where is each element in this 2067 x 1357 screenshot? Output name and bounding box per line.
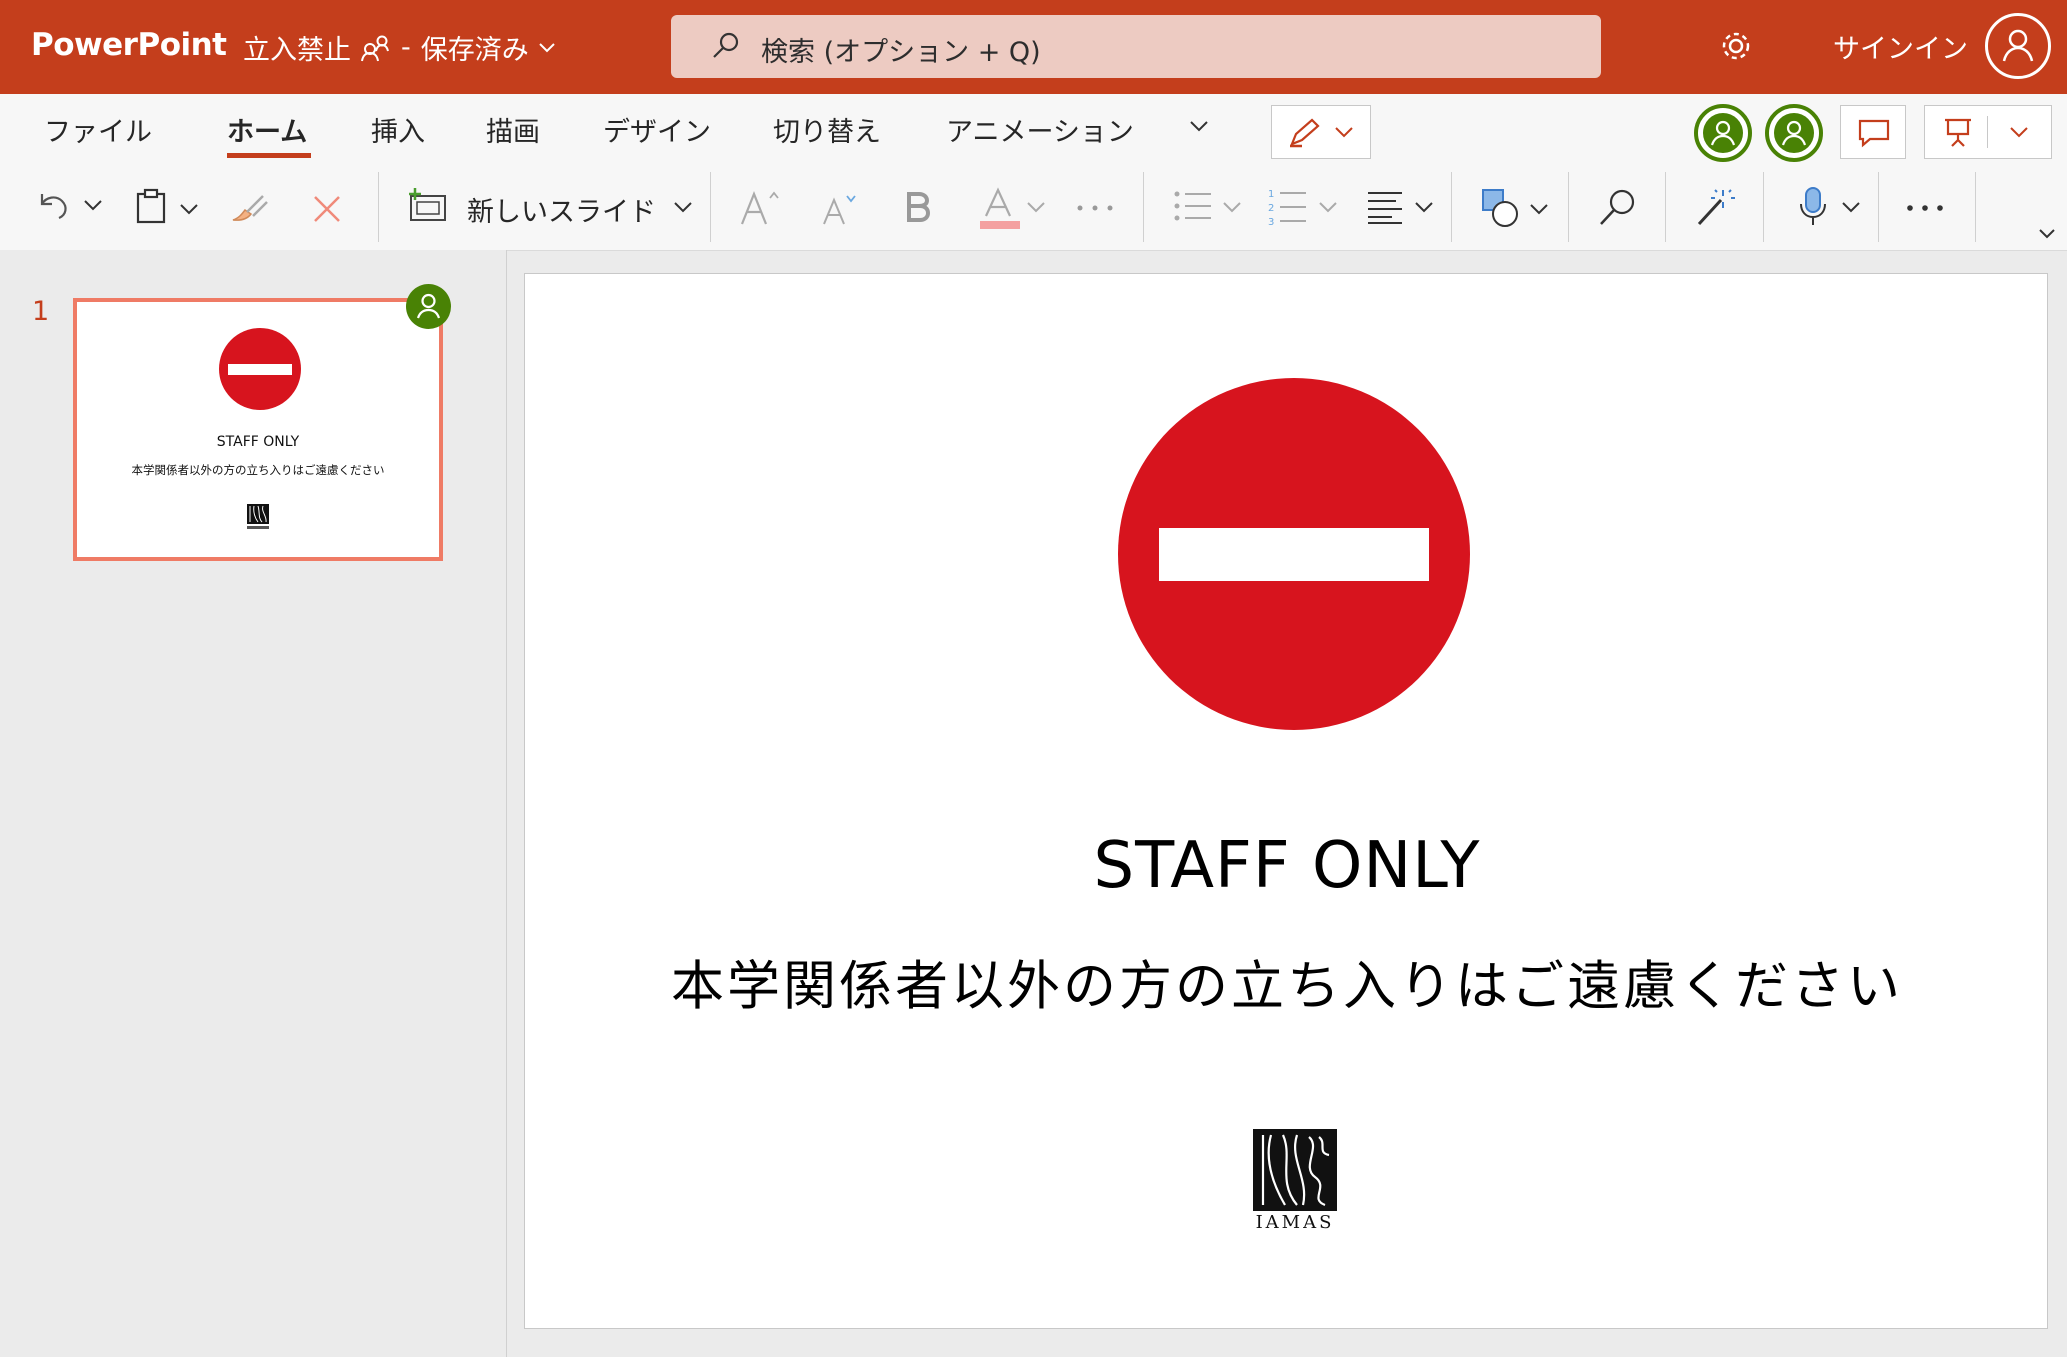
separator [710,172,711,242]
slide-canvas[interactable]: STAFF ONLY 本学関係者以外の方の立ち入りはご遠慮ください IAMAS [524,273,2048,1329]
title-bar: PowerPoint 立入禁止 - 保存済み 検索 (オプション + Q) サイ… [0,0,2067,94]
new-slide-icon[interactable] [407,188,447,224]
search-box[interactable]: 検索 (オプション + Q) [671,15,1601,78]
numbering-dropdown-chevron-icon[interactable] [1318,201,1338,213]
separator [1975,172,1976,242]
undo-icon[interactable] [36,190,70,220]
logo-text: IAMAS [1255,1212,1335,1233]
signin-button[interactable]: サインイン [1833,27,1968,66]
collaborator-badge [406,284,451,329]
no-entry-sign-icon[interactable] [1118,378,1470,730]
app-name[interactable]: PowerPoint [31,27,227,63]
find-icon[interactable] [1598,188,1638,228]
shared-icon [361,35,391,61]
tab-transitions[interactable]: 切り替え [773,110,881,149]
separator [1451,172,1452,242]
svg-text:2: 2 [1268,203,1274,214]
document-name[interactable]: 立入禁止 [243,28,351,67]
separator [1665,172,1666,242]
present-button[interactable] [1924,105,2052,159]
font-shrink-icon[interactable] [822,190,858,226]
font-color-icon[interactable] [980,186,1020,230]
dictate-dropdown-chevron-icon[interactable] [1841,201,1861,213]
collaborator-avatar[interactable] [1694,104,1752,162]
tab-animations[interactable]: アニメーション [946,110,1134,149]
document-title[interactable]: 立入禁止 - 保存済み [243,28,555,67]
separator [1143,172,1144,242]
no-entry-sign-thumb-icon [219,328,301,410]
paste-icon[interactable] [136,188,166,224]
align-dropdown-chevron-icon[interactable] [1414,201,1434,213]
bullets-dropdown-chevron-icon[interactable] [1222,201,1242,213]
separator [378,172,379,242]
slide-thumbnail[interactable]: STAFF ONLY 本学関係者以外の方の立ち入りはご遠慮ください [73,298,443,561]
search-input[interactable]: 検索 (オプション + Q) [761,30,1041,69]
undo-dropdown-chevron-icon[interactable] [83,199,103,211]
chevron-down-icon[interactable] [539,42,555,53]
new-slide-dropdown-chevron-icon[interactable] [673,201,693,213]
save-status[interactable]: 保存済み [421,28,529,67]
numbering-icon[interactable]: 1 2 3 [1268,186,1308,228]
designer-icon[interactable] [1695,186,1735,228]
separator [1878,172,1879,242]
tab-design[interactable]: デザイン [603,110,711,149]
iamas-logo-thumb-icon [247,504,269,529]
font-grow-icon[interactable] [740,188,782,226]
search-icon [711,31,741,61]
bullets-icon[interactable] [1173,190,1213,222]
svg-text:1: 1 [1268,189,1274,200]
slide-title[interactable]: STAFF ONLY [525,829,2049,903]
slide-number: 1 [32,296,50,327]
dictate-icon[interactable] [1798,186,1828,228]
iamas-logo-icon[interactable] [1253,1129,1337,1211]
gear-icon[interactable] [1718,28,1754,64]
avatar-icon[interactable] [1985,13,2051,79]
more-font-options-icon[interactable] [1077,205,1113,211]
slide-subtitle[interactable]: 本学関係者以外の方の立ち入りはご遠慮ください [525,944,2049,1020]
paste-dropdown-chevron-icon[interactable] [179,203,199,215]
font-color-dropdown-chevron-icon[interactable] [1026,201,1046,213]
pen-button[interactable] [1271,105,1371,159]
thumb-subtitle: 本学関係者以外の方の立ち入りはご遠慮ください [131,463,385,477]
tab-file[interactable]: ファイル [44,110,152,149]
title-separator: - [401,32,411,63]
delete-icon[interactable] [312,194,342,224]
separator [1568,172,1569,242]
tab-insert[interactable]: 挿入 [371,110,425,149]
tab-draw[interactable]: 描画 [486,110,540,149]
ribbon-expand-chevron-icon[interactable] [2038,228,2056,239]
format-painter-icon[interactable] [229,190,269,224]
active-tab-indicator [227,153,311,158]
thumb-title: STAFF ONLY [216,434,300,450]
comment-button[interactable] [1840,105,1906,159]
align-icon[interactable] [1366,190,1406,224]
svg-text:3: 3 [1268,217,1274,228]
tabs-overflow-chevron-icon[interactable] [1189,120,1209,132]
separator [1763,172,1764,242]
collaborator-avatar[interactable] [1765,104,1823,162]
new-slide-button[interactable]: 新しいスライド [467,190,656,229]
shapes-icon[interactable] [1481,188,1523,228]
shapes-dropdown-chevron-icon[interactable] [1529,203,1549,215]
more-icon[interactable] [1907,205,1943,211]
tab-home[interactable]: ホーム [227,110,307,149]
bold-icon[interactable] [905,192,931,222]
